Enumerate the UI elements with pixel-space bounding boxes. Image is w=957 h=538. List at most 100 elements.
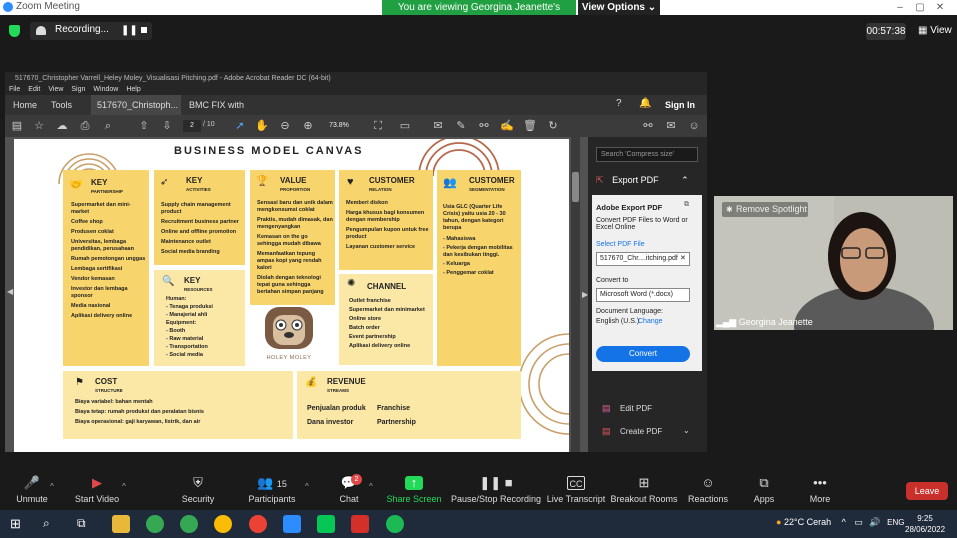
clock[interactable]: 9:25 28/06/2022 [905,513,945,535]
export-pdf-tool[interactable]: ⇱ Export PDF ⌃ [596,175,698,190]
view-button[interactable]: ▦ View [918,25,952,36]
zoom-taskbar-icon[interactable] [283,515,301,533]
delete-icon[interactable]: 🗑 [523,119,537,133]
volume-icon[interactable]: 🔊 [869,517,880,527]
edit-pdf-tool[interactable]: Edit PDF [620,404,652,413]
share-screen-button[interactable]: ↑ Share Screen [374,476,454,505]
pause-recording-button[interactable]: ❚❚ ■ Pause/Stop Recording [446,476,546,505]
chevron-up-icon[interactable]: ⌃ [681,175,689,185]
menu-sign[interactable]: Sign [71,86,85,93]
spotify-icon[interactable] [386,515,404,533]
convert-to-select[interactable]: Microsoft Word (*.docx) [596,288,690,302]
zoom-level-select[interactable]: 73.8% [324,120,354,132]
menu-view[interactable]: View [48,86,63,93]
list-item: Supermarket dan mini-market [71,202,131,215]
hand-icon[interactable]: ✋ [255,119,269,133]
list-item: Harga khusus bagi konsumen dengan member… [346,210,425,223]
key-resources-list: Human: - Tenaga produksi - Manajerial ah… [166,296,242,359]
list-item: Maintenance outlet [161,239,211,245]
rotate-icon[interactable]: ↻ [546,119,560,133]
save-icon[interactable]: ▤ [10,119,24,133]
windows-start-icon[interactable]: ⊞ [10,516,21,532]
list-item: Recruitment business partner [161,219,239,225]
view-options-button[interactable]: View Options ⌄ [578,0,660,15]
menu-help[interactable]: Help [126,86,140,93]
acrobat-taskbar-icon[interactable] [351,515,369,533]
create-pdf-tool[interactable]: Create PDF [620,427,662,436]
copy-icon[interactable]: ⧉ [684,201,689,209]
tab-document[interactable]: 517670_Christoph... × [91,95,181,130]
remove-spotlight-button[interactable]: Remove Spotlight [722,202,808,217]
chrome-icon[interactable] [146,515,164,533]
prev-page-icon[interactable]: ◀ [7,287,13,296]
shield-icon[interactable] [9,25,20,37]
network-icon[interactable]: ▭ [854,517,863,527]
more-label: More [809,494,831,504]
value-proposition-head: VALUE [280,176,307,185]
chevron-up-icon[interactable]: ^ [122,482,126,491]
zoom-out-icon[interactable]: ⊖ [278,119,292,133]
security-label: Security [181,494,215,504]
participants-button[interactable]: 👥 15 Participants [232,476,312,505]
tab-bmc[interactable]: BMC FIX with com... [183,95,273,130]
chrome-profile-3-icon[interactable] [249,515,267,533]
comment-icon[interactable]: ✉ [431,119,445,133]
help-icon[interactable]: ? [616,98,622,109]
language-label[interactable]: ENG [887,518,904,527]
more-button[interactable]: ••• More [780,476,860,505]
stop-recording-icon[interactable] [141,27,147,33]
list-item: - Pekerja dengan mobilitas dan kesibukan… [443,245,513,258]
list-item: Human: [166,296,187,302]
chevron-up-icon[interactable]: ^ [842,517,846,527]
tab-tools[interactable]: Tools [45,95,78,115]
tab-home[interactable]: Home [7,95,43,115]
print-icon[interactable]: ⎙ [78,119,92,133]
tools-search-input[interactable]: Search 'Compress size' [596,147,698,162]
selected-file-field[interactable]: 517670_Chr....itching.pdf [596,252,690,266]
star-icon[interactable]: ☆ [32,119,46,133]
pause-recording-icon[interactable]: ❚❚ [121,25,138,36]
convert-button[interactable]: Convert [596,346,690,362]
line-icon[interactable] [317,515,335,533]
chevron-up-icon[interactable]: ^ [369,482,373,491]
list-item: Biaya tetap: rumah produksi dan peralata… [75,409,204,415]
page-number-input[interactable]: 2 [183,120,201,132]
export-pdf-icon: ⇱ [596,175,604,185]
page-up-icon[interactable]: ⇧ [137,119,151,133]
bell-icon[interactable]: 🔔 [639,98,651,109]
menu-window[interactable]: Window [93,86,118,93]
link-icon[interactable]: ⚯ [477,119,491,133]
chrome-profile-icon[interactable] [180,515,198,533]
fill-sign-icon[interactable]: ✍ [500,119,514,133]
menu-file[interactable]: File [9,86,20,93]
file-explorer-icon[interactable] [112,515,130,533]
zoom-in-icon[interactable]: ⊕ [301,119,315,133]
select-cursor-icon[interactable]: ➚ [233,119,247,133]
security-button[interactable]: ⛨ Security [158,476,238,505]
account-icon[interactable]: ☺ [687,119,701,133]
fit-page-icon[interactable]: ⛶ [371,119,385,133]
close-icon[interactable]: ✕ [925,0,955,15]
clear-file-icon[interactable]: ✕ [680,254,686,262]
page-down-icon[interactable]: ⇩ [160,119,174,133]
scroll-mode-icon[interactable]: ▭ [398,119,412,133]
change-language-link[interactable]: Change [638,318,663,325]
menu-edit[interactable]: Edit [28,86,40,93]
list-item: Aplikasi delivery online [71,313,133,319]
upload-icon[interactable]: ☁ [55,119,69,133]
list-item: - Social media [166,352,203,358]
chevron-up-icon[interactable]: ^ [50,482,54,491]
search-icon[interactable]: ⌕ [43,516,50,531]
chrome-profile-2-icon[interactable] [214,515,232,533]
search-icon[interactable]: ⌕ [101,119,115,133]
chevron-down-icon[interactable]: ⌄ [683,426,690,435]
email-icon[interactable]: ✉ [664,119,678,133]
sign-in-button[interactable]: Sign In [665,100,695,110]
share-link-icon[interactable]: ⚯ [641,119,655,133]
leave-button[interactable]: Leave [906,482,948,500]
revenue-item: Penjualan produk [307,405,366,412]
document-scrollbar-thumb[interactable] [572,172,579,202]
participant-video[interactable]: Remove Spotlight ✱ ▂▄▆ Georgina Jeanette [714,196,953,330]
task-view-icon[interactable]: ⧉ [77,516,86,531]
pen-icon[interactable]: ✎ [454,119,468,133]
